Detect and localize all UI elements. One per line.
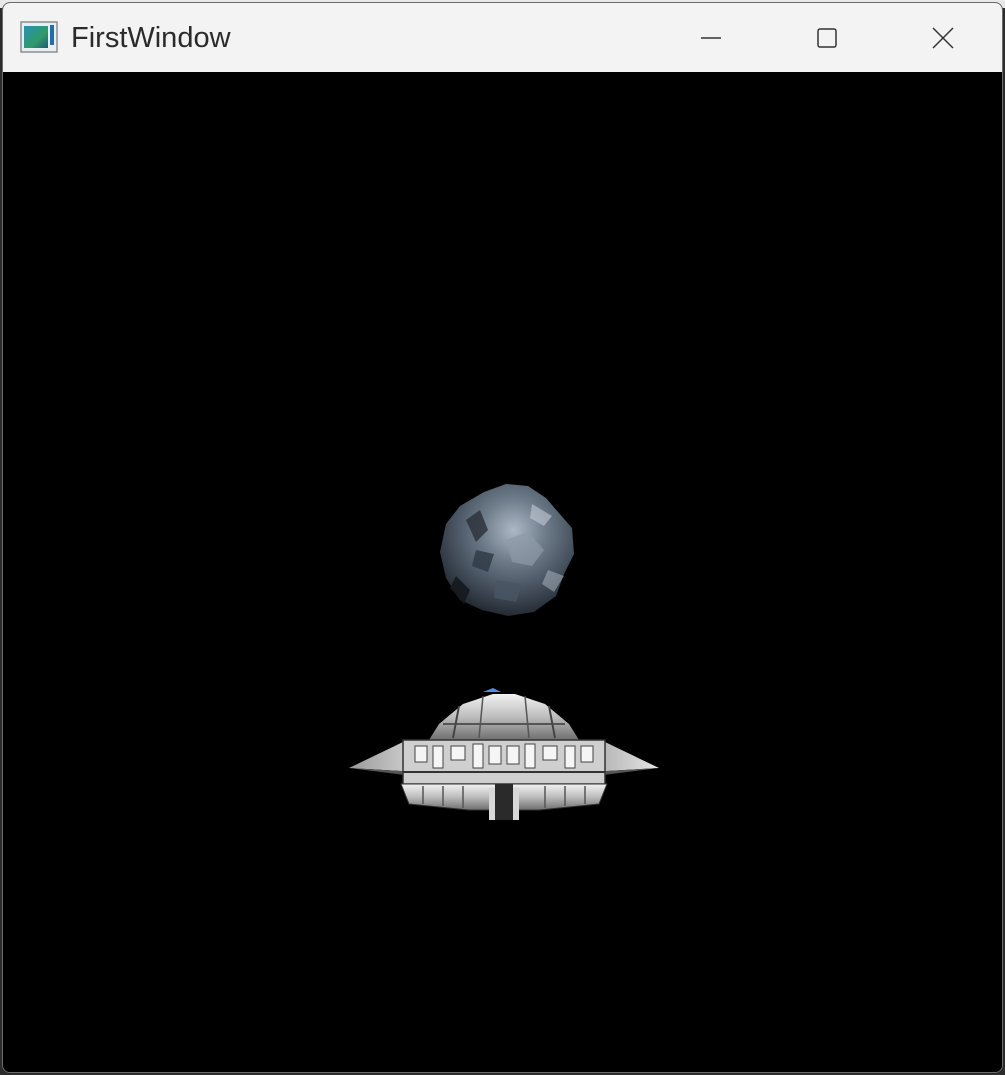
maximize-button[interactable] <box>769 3 885 72</box>
maximize-icon <box>817 27 837 48</box>
asteroid <box>440 484 574 616</box>
close-icon <box>932 26 954 49</box>
spaceship <box>349 688 659 820</box>
title-bar[interactable]: FirstWindow <box>3 3 1002 72</box>
app-window: FirstWindow <box>2 2 1003 1073</box>
window-title: FirstWindow <box>71 22 231 54</box>
render-viewport[interactable] <box>3 72 1002 1072</box>
close-button[interactable] <box>885 3 1001 72</box>
minimize-button[interactable] <box>653 3 769 72</box>
app-window-icon <box>20 21 58 53</box>
minimize-icon <box>701 36 721 39</box>
